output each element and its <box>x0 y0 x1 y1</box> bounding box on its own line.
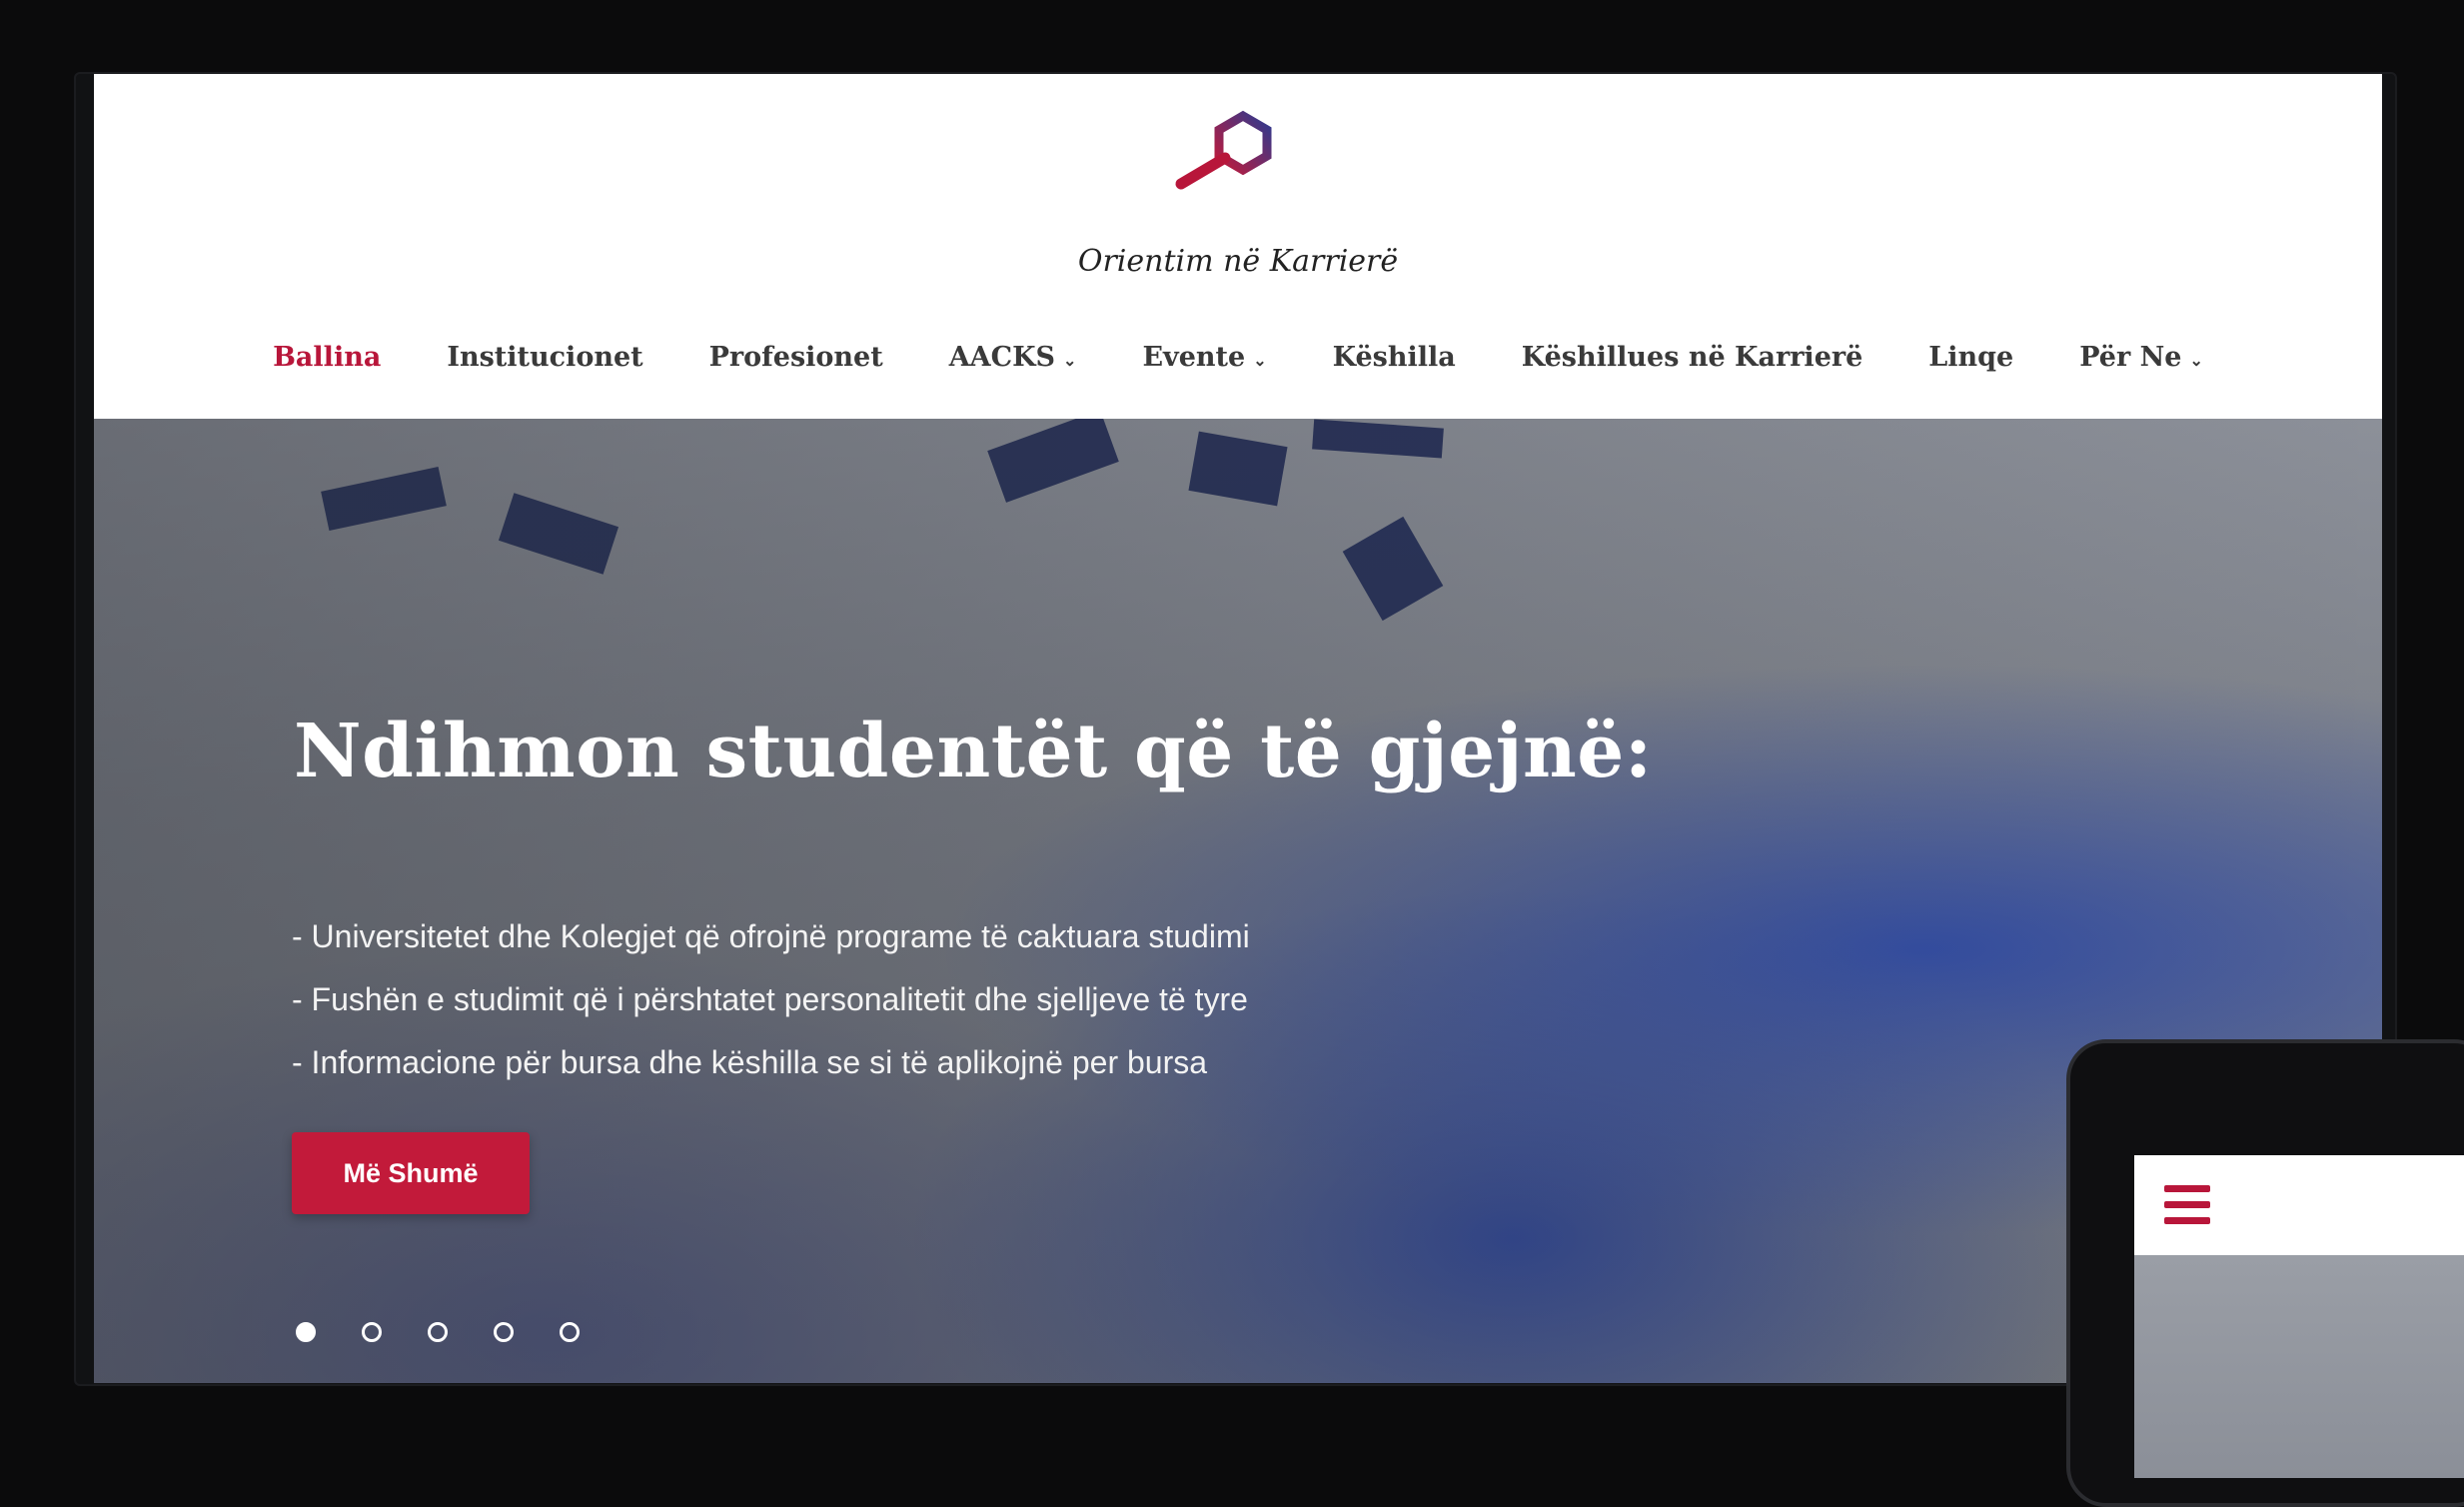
desktop-screen: Orientim në Karrierë Ballina Institucion… <box>94 74 2382 1383</box>
nav-item-profesionet[interactable]: Profesionet <box>709 342 883 373</box>
nav-label: Këshilla <box>1332 342 1456 373</box>
main-nav: Ballina Institucionet Profesionet AACKS ⌄… <box>94 342 2382 373</box>
chevron-down-icon: ⌄ <box>1253 351 1267 370</box>
nav-label: AACKS <box>948 342 1056 373</box>
tablet-screen <box>2134 1155 2464 1478</box>
hero-description: - Universitetet dhe Kolegjet që ofrojnë … <box>292 918 1250 1107</box>
nav-label: Këshillues në Karrierë <box>1521 342 1863 373</box>
hero-line: - Fushën e studimit që i përshtatet pers… <box>292 981 1248 1017</box>
site-title[interactable]: Orientim në Karrierë <box>94 244 2382 279</box>
hero-slider: Ndihmon studentët që të gjejnë: - Univer… <box>94 419 2382 1383</box>
nav-item-evente[interactable]: Evente ⌄ <box>1142 342 1266 373</box>
hero-title: Ndihmon studentët që të gjejnë: <box>294 709 1653 794</box>
slider-dot-5[interactable] <box>560 1322 580 1342</box>
tablet-header <box>2134 1155 2464 1255</box>
nav-item-per-ne[interactable]: Për Ne ⌄ <box>2079 342 2203 373</box>
slider-pagination <box>296 1322 580 1342</box>
nav-item-linqe[interactable]: Linqe <box>1928 342 2013 373</box>
nav-label: Institucionet <box>447 342 643 373</box>
hero-line: - Informacione për bursa dhe këshilla se… <box>292 1044 1208 1080</box>
nav-item-ballina[interactable]: Ballina <box>273 342 381 373</box>
nav-label: Për Ne <box>2079 342 2182 373</box>
nav-label: Ballina <box>273 342 382 373</box>
hamburger-icon[interactable] <box>2164 1185 2210 1225</box>
slider-dot-3[interactable] <box>428 1322 448 1342</box>
logo-icon[interactable] <box>1173 110 1283 195</box>
nav-label: Profesionet <box>708 342 883 373</box>
nav-label: Evente <box>1142 342 1246 373</box>
more-button[interactable]: Më Shumë <box>292 1132 530 1214</box>
nav-item-aacks[interactable]: AACKS ⌄ <box>949 342 1077 373</box>
chevron-down-icon: ⌄ <box>1063 351 1077 370</box>
slider-dot-2[interactable] <box>362 1322 382 1342</box>
chevron-down-icon: ⌄ <box>2189 351 2203 370</box>
nav-label: Linqe <box>1928 342 2014 373</box>
slider-dot-1[interactable] <box>296 1322 316 1342</box>
nav-item-keshilla[interactable]: Këshilla <box>1333 342 1456 373</box>
hero-line: - Universitetet dhe Kolegjet që ofrojnë … <box>292 918 1250 954</box>
nav-item-keshillues[interactable]: Këshillues në Karrierë <box>1522 342 1863 373</box>
slider-dot-4[interactable] <box>494 1322 514 1342</box>
tablet-hero <box>2134 1255 2464 1478</box>
nav-item-institucionet[interactable]: Institucionet <box>447 342 642 373</box>
hero-overlay <box>94 419 2382 1383</box>
site-header: Orientim në Karrierë Ballina Institucion… <box>94 74 2382 419</box>
